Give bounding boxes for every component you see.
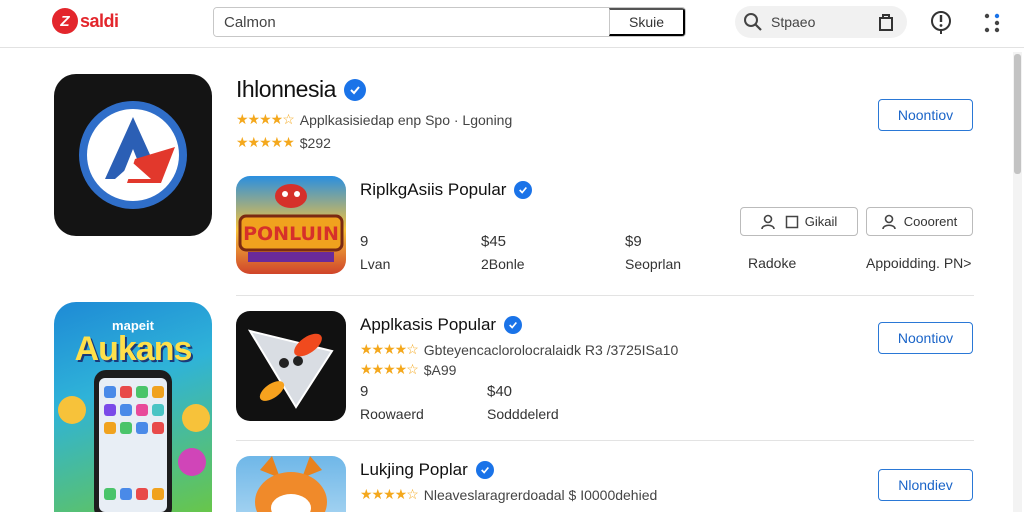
phone-icon (58, 370, 210, 512)
stat-label: Lvan (360, 256, 391, 272)
bag-icon[interactable] (877, 12, 895, 32)
featured-app-title-text: Ihlonnesia (236, 76, 336, 102)
scrollbar[interactable] (1013, 52, 1022, 512)
sub-stat-3: $9 Seoprlan (625, 233, 681, 272)
list-app-title-text: Lukjing Poplar (360, 460, 468, 479)
sub-stat-1: 9 Lvan (360, 233, 390, 272)
logo[interactable]: Z saldi (52, 8, 119, 34)
list-app-meta-2: ★★★★☆ $A99 (360, 361, 456, 378)
sub-stat-5: Appoidding. PN> (866, 255, 971, 271)
fox-icon (255, 456, 327, 512)
verified-badge-icon (475, 461, 494, 479)
top-right-controls: Stpaeo (735, 6, 907, 38)
list-app-subtitle: Nleaveslaragrerdoadal $ I0000dehied (423, 486, 658, 503)
divider (236, 440, 974, 441)
stat-value: 9 (360, 233, 369, 250)
sub-stat-4: Radoke (748, 255, 796, 271)
divider (236, 295, 974, 296)
app-logo-icon (79, 101, 187, 209)
stat-label: Roowaerd (360, 406, 424, 422)
comment-button-label: Cooorent (903, 214, 958, 229)
gift-button[interactable]: Gikail (740, 207, 858, 236)
search-icon (744, 13, 762, 31)
list-app-meta-1: ★★★★☆ Gbteyencaclorolocralaidk R3 /3725I… (360, 341, 678, 358)
verified-badge-icon (514, 181, 533, 199)
gift-button-label: Gikail (804, 214, 838, 229)
logo-text: saldi (80, 10, 119, 31)
verified-badge-icon (504, 316, 523, 334)
rating-stars-icon: ★★★★★ (236, 134, 295, 150)
svg-text:PONLUIN: PONLUIN (243, 223, 339, 245)
stat-value: $45 (481, 233, 507, 250)
rocket-icon (247, 329, 334, 409)
list-stat-1: 9 Roowaerd (360, 383, 424, 422)
list-app-title-text: Applkasis Popular (360, 315, 497, 334)
promo-card[interactable]: mapeit Aukans (54, 302, 212, 512)
search-button[interactable]: Skuie (609, 8, 685, 36)
search-box: Skuie (213, 7, 686, 37)
stat-value: $40 (487, 383, 513, 400)
verified-badge-icon (343, 78, 366, 101)
list-stat-2: $40 Sodddelerd (487, 383, 559, 422)
sub-app-icon[interactable]: PONLUIN (236, 176, 346, 274)
sub-app-title[interactable]: RiplkgAsiis Popular (360, 180, 533, 200)
featured-app-title[interactable]: Ihlonnesia (236, 76, 366, 103)
stat-value: 9 (360, 383, 369, 400)
comment-button[interactable]: Cooorent (866, 207, 973, 236)
game-art-icon: PONLUIN (238, 184, 344, 262)
rating-stars-icon: ★★★★☆ (360, 486, 419, 502)
stat-label: Radoke (748, 255, 797, 271)
stat-label: Appoidding. PN> (866, 255, 972, 271)
pill-label: Stpaeo (771, 14, 816, 30)
list-app-icon-1[interactable] (236, 311, 346, 421)
alert-icon[interactable] (930, 10, 952, 34)
stat-label: 2Bonle (481, 256, 525, 272)
logo-mark: Z (52, 8, 78, 34)
stat-label: Sodddelerd (487, 406, 559, 422)
promo-big-text: Aukans (74, 330, 193, 368)
list-install-button-1[interactable]: Noontiov (878, 322, 973, 354)
menu-dots-icon[interactable] (982, 12, 1002, 34)
list-app-subtitle: Gbteyencaclorolocralaidk R3 /3725ISa10 (423, 341, 679, 358)
featured-app-icon[interactable] (54, 74, 212, 236)
doc-icon (785, 215, 798, 228)
list-app-price: $A99 (423, 361, 457, 378)
sub-app-title-text: RiplkgAsiis Popular (360, 180, 507, 199)
featured-install-button[interactable]: Noontiov (878, 99, 973, 131)
rating-stars-icon: ★★★★☆ (236, 111, 295, 127)
person-icon (881, 214, 896, 229)
top-bar: Z saldi Skuie Stpaeo (0, 0, 1024, 48)
list-app-icon-2[interactable] (236, 456, 346, 512)
stat-label: Seoprlan (625, 256, 682, 272)
list-app-meta-3: ★★★★☆ Nleaveslaragrerdoadal $ I0000dehie… (360, 486, 657, 503)
sub-stat-2: $45 2Bonle (481, 233, 525, 272)
list-app-title-1[interactable]: Applkasis Popular (360, 315, 523, 335)
search-input[interactable] (214, 8, 609, 36)
list-app-title-2[interactable]: Lukjing Poplar (360, 460, 494, 480)
rating-stars-icon: ★★★★☆ (360, 361, 419, 377)
featured-app-meta: ★★★★☆ Applkasisiedap enp Spo · Lgoning (236, 111, 512, 128)
stat-value: $9 (625, 233, 642, 250)
scroll-thumb[interactable] (1014, 54, 1021, 174)
search-pill[interactable]: Stpaeo (735, 6, 907, 38)
featured-app-price: $292 (299, 134, 331, 151)
featured-app-price-row: ★★★★★ $292 (236, 134, 331, 151)
user-icon (760, 214, 775, 229)
list-install-button-2[interactable]: Nlondiev (878, 469, 973, 501)
featured-app-subtitle: Applkasisiedap enp Spo · Lgoning (299, 111, 513, 128)
rating-stars-icon: ★★★★☆ (360, 341, 419, 357)
